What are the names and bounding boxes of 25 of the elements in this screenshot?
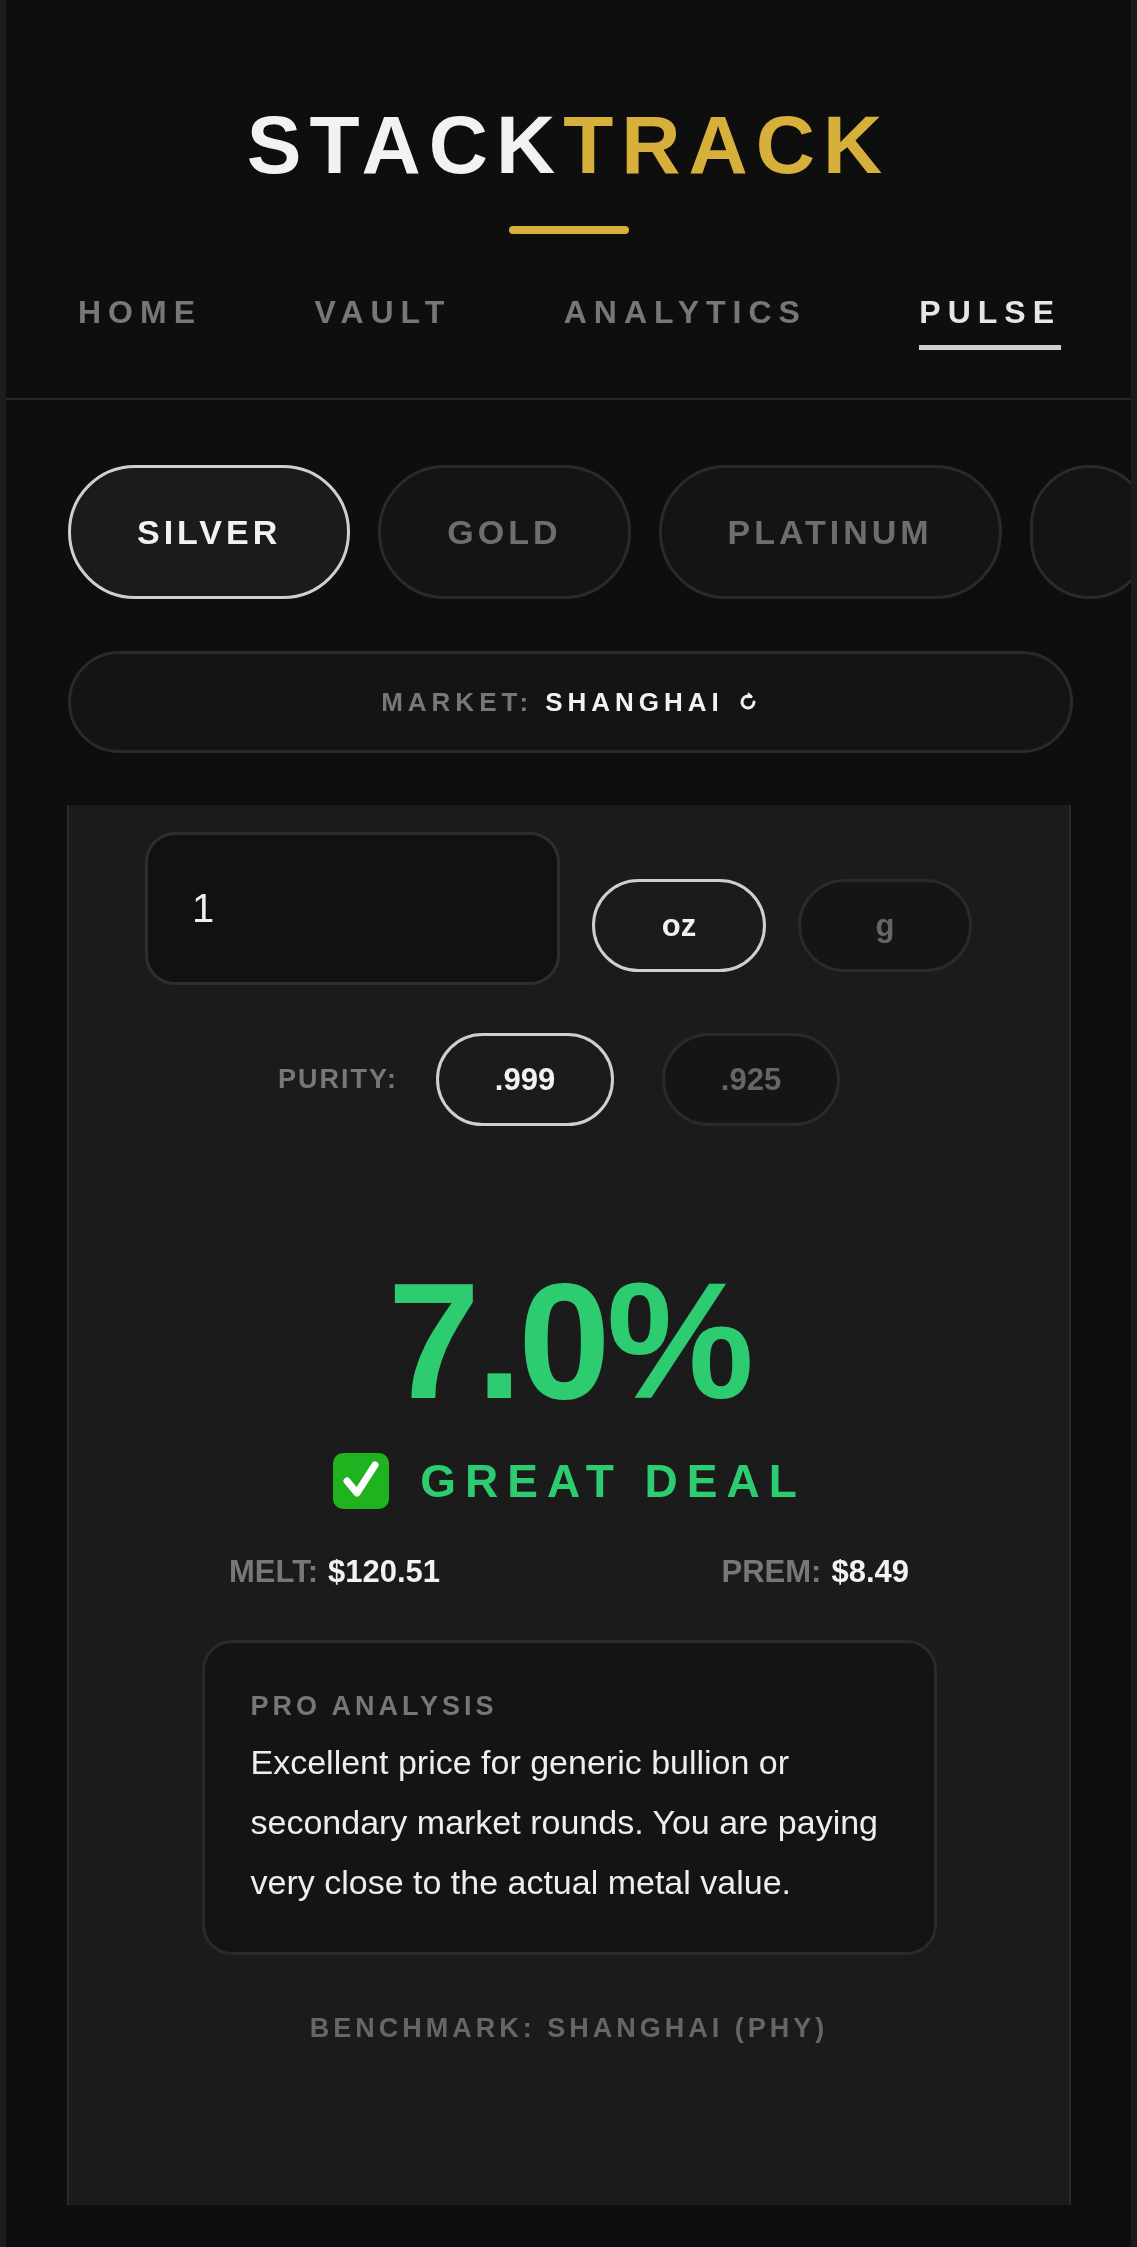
nav-tab[interactable]: HOME	[78, 294, 202, 350]
nav-tab[interactable]: ANALYTICS	[563, 294, 807, 350]
check-icon	[332, 1452, 391, 1510]
benchmark-label: BENCHMARK: SHANGHAI (PHY)	[309, 2013, 829, 2044]
premium-value: $8.49	[831, 1554, 909, 1590]
weight-input[interactable]: 1	[145, 832, 560, 985]
metal-tab[interactable]: GOLD	[378, 465, 631, 599]
purity-toggle[interactable]: .925	[662, 1033, 840, 1126]
app-logo: STACKTRACK	[246, 104, 891, 186]
melt-value: $120.51	[327, 1554, 441, 1590]
metal-tab[interactable]: SILVER	[68, 465, 351, 599]
market-selector[interactable]: MARKET: SHANGHAI	[68, 651, 1073, 753]
verdict-label: GREAT DEAL	[420, 1454, 806, 1508]
nav-tab[interactable]: VAULT	[314, 294, 452, 350]
premium-percent: 7.0%	[387, 1258, 751, 1424]
nav-tab[interactable]: PULSE	[919, 294, 1061, 350]
analysis-title: PRO ANALYSIS	[250, 1691, 499, 1722]
melt-label: MELT:	[229, 1554, 318, 1590]
analysis-text: Excellent price for generic bullion or secondary market rounds. You are paying very close to the actual metal value.	[250, 1742, 879, 1903]
unit-toggle[interactable]: g	[798, 879, 972, 972]
metal-tab[interactable]: PLATINUM	[658, 465, 1002, 599]
premium-label: PREM:	[721, 1554, 822, 1590]
purity-toggle[interactable]: .999	[436, 1033, 614, 1126]
unit-toggle[interactable]: oz	[592, 879, 766, 972]
purity-label: PURITY:	[278, 1064, 398, 1095]
